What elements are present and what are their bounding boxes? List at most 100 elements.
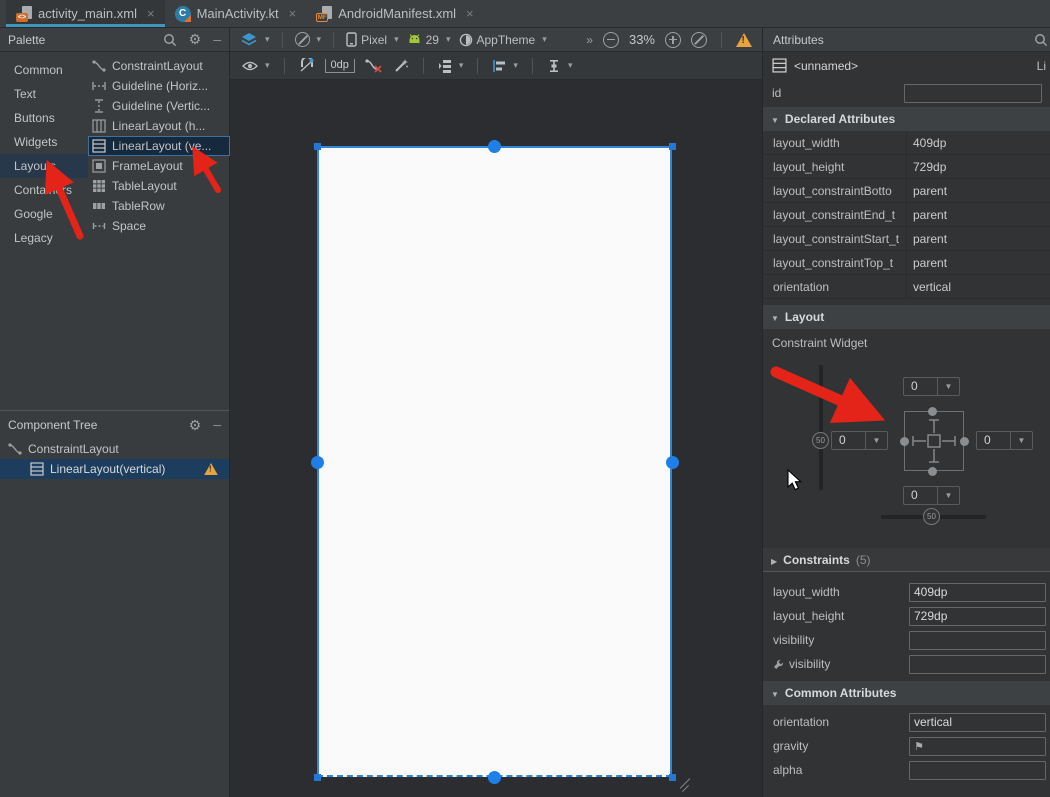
zoom-in-icon[interactable] (665, 32, 681, 48)
infer-constraints-icon[interactable] (393, 58, 409, 74)
close-tab-icon[interactable]: × (289, 6, 297, 21)
gear-icon[interactable] (189, 417, 202, 434)
section-layout[interactable]: Layout (763, 305, 1050, 329)
palette-item-constraintlayout[interactable]: ConstraintLayout (88, 56, 230, 76)
design-canvas[interactable]: 0dp (230, 52, 762, 797)
category-google[interactable]: Google (0, 202, 88, 226)
category-layouts[interactable]: Layouts (0, 154, 88, 178)
constraint-anchor-top[interactable] (928, 407, 937, 416)
selection-corner-handle[interactable] (669, 774, 676, 781)
selection-corner-handle[interactable] (669, 143, 676, 150)
api-level-selector[interactable]: 29 (407, 33, 451, 47)
visibility-input[interactable] (909, 631, 1046, 650)
gear-icon[interactable] (189, 31, 202, 48)
clear-constraints-icon[interactable] (365, 58, 383, 74)
attr-row[interactable]: layout_constraintBottoparent (763, 179, 1050, 203)
palette-item-linearlayout-vertical[interactable]: LinearLayout (ve... (88, 136, 230, 156)
constraint-anchor-right[interactable] (960, 437, 969, 446)
constraint-anchor-bottom[interactable] (928, 467, 937, 476)
flag-icon[interactable] (914, 739, 924, 753)
palette-item-tablerow[interactable]: TableRow (88, 196, 230, 216)
margin-bottom-selector[interactable]: 0▼ (903, 486, 960, 505)
palette-item-framelayout[interactable]: FrameLayout (88, 156, 230, 176)
linearlayout-horizontal-icon (92, 119, 106, 133)
linearlayout-vertical-icon (92, 139, 106, 153)
distribute-selector[interactable] (547, 59, 573, 73)
constraint-anchor-left[interactable] (900, 437, 909, 446)
vertical-bias-slider[interactable] (819, 365, 823, 490)
hide-panel-icon[interactable] (213, 418, 221, 432)
selection-corner-handle[interactable] (314, 774, 321, 781)
wrench-icon (773, 659, 784, 670)
toolbar-overflow-chevron[interactable]: » (586, 33, 593, 47)
attr-row[interactable]: layout_constraintEnd_tparent (763, 203, 1050, 227)
attr-row[interactable]: layout_height729dp (763, 155, 1050, 179)
category-legacy[interactable]: Legacy (0, 226, 88, 250)
search-icon[interactable] (163, 33, 177, 47)
collapse-icon (771, 112, 779, 126)
vertical-bias-value[interactable]: 50 (812, 432, 829, 449)
section-constraints[interactable]: Constraints (5) (763, 548, 1050, 572)
palette-item-guideline-horizontal[interactable]: Guideline (Horiz... (88, 76, 230, 96)
layout-height-input[interactable]: 729dp (909, 607, 1046, 626)
hide-panel-icon[interactable] (213, 33, 221, 47)
palette-item-tablelayout[interactable]: TableLayout (88, 176, 230, 196)
horizontal-bias-value[interactable]: 50 (923, 508, 940, 525)
tree-item-linearlayout-vertical[interactable]: LinearLayout(vertical) (0, 459, 229, 479)
gravity-input[interactable] (909, 737, 1046, 756)
view-options-selector[interactable] (242, 60, 270, 72)
device-selector[interactable]: Pixel (346, 32, 399, 47)
category-containers[interactable]: Containers (0, 178, 88, 202)
attributes-search-icon[interactable] (1034, 33, 1048, 47)
section-declared-attributes[interactable]: Declared Attributes (763, 107, 1050, 131)
attr-row[interactable]: layout_constraintTop_tparent (763, 251, 1050, 275)
layout-width-input[interactable]: 409dp (909, 583, 1046, 602)
constraint-anchor-top[interactable] (488, 140, 501, 153)
tab-androidmanifest-xml[interactable]: MF AndroidManifest.xml × (306, 0, 483, 27)
close-tab-icon[interactable]: × (147, 6, 155, 21)
tab-mainactivity-kt[interactable]: C MainActivity.kt × (165, 0, 307, 27)
margin-left-selector[interactable]: 0▼ (831, 431, 888, 450)
orientation-selector[interactable] (295, 32, 322, 47)
close-tab-icon[interactable]: × (466, 6, 474, 21)
default-margin-selector[interactable]: 0dp (325, 59, 355, 73)
category-common[interactable]: Common (0, 58, 88, 82)
category-widgets[interactable]: Widgets (0, 130, 88, 154)
palette-item-guideline-vertical[interactable]: Guideline (Vertic... (88, 96, 230, 116)
attr-row: visibility (763, 628, 1050, 652)
id-input[interactable] (904, 84, 1042, 103)
zoom-out-icon[interactable] (603, 32, 619, 48)
tree-item-label: LinearLayout(vertical) (50, 462, 165, 476)
margin-top-selector[interactable]: 0▼ (903, 377, 960, 396)
api-level-label: 29 (426, 33, 439, 47)
align-selector[interactable] (492, 59, 518, 73)
category-text[interactable]: Text (0, 82, 88, 106)
section-common-attributes[interactable]: Common Attributes (763, 681, 1050, 705)
orientation-input[interactable]: vertical (909, 713, 1046, 732)
alpha-input[interactable] (909, 761, 1046, 780)
selection-corner-handle[interactable] (314, 143, 321, 150)
warnings-icon[interactable] (736, 33, 752, 47)
constraint-anchor-left[interactable] (311, 456, 324, 469)
theme-selector[interactable]: AppTheme (459, 33, 547, 47)
pack-selector[interactable] (438, 59, 464, 73)
palette-item-linearlayout-horizontal[interactable]: LinearLayout (h... (88, 116, 230, 136)
margin-right-selector[interactable]: 0▼ (976, 431, 1033, 450)
autoconnect-icon[interactable] (299, 58, 315, 74)
attr-row[interactable]: layout_width409dp (763, 131, 1050, 155)
tree-item-constraintlayout[interactable]: ConstraintLayout (0, 439, 229, 459)
resize-corner-handle[interactable] (678, 778, 692, 792)
layout-preview[interactable] (317, 146, 672, 777)
attr-row[interactable]: orientationvertical (763, 275, 1050, 299)
attr-row[interactable]: layout_constraintStart_tparent (763, 227, 1050, 251)
constraint-anchor-bottom[interactable] (488, 771, 501, 784)
design-surface-selector[interactable] (240, 32, 270, 48)
warning-icon[interactable] (204, 463, 218, 475)
tools-visibility-input[interactable] (909, 655, 1046, 674)
zoom-to-fit-icon[interactable] (691, 32, 707, 48)
constraint-anchor-right[interactable] (666, 456, 679, 469)
tab-activity-main-xml[interactable]: <> activity_main.xml × (6, 0, 165, 27)
palette-item-space[interactable]: Space (88, 216, 230, 236)
category-buttons[interactable]: Buttons (0, 106, 88, 130)
tablelayout-icon (92, 179, 106, 193)
